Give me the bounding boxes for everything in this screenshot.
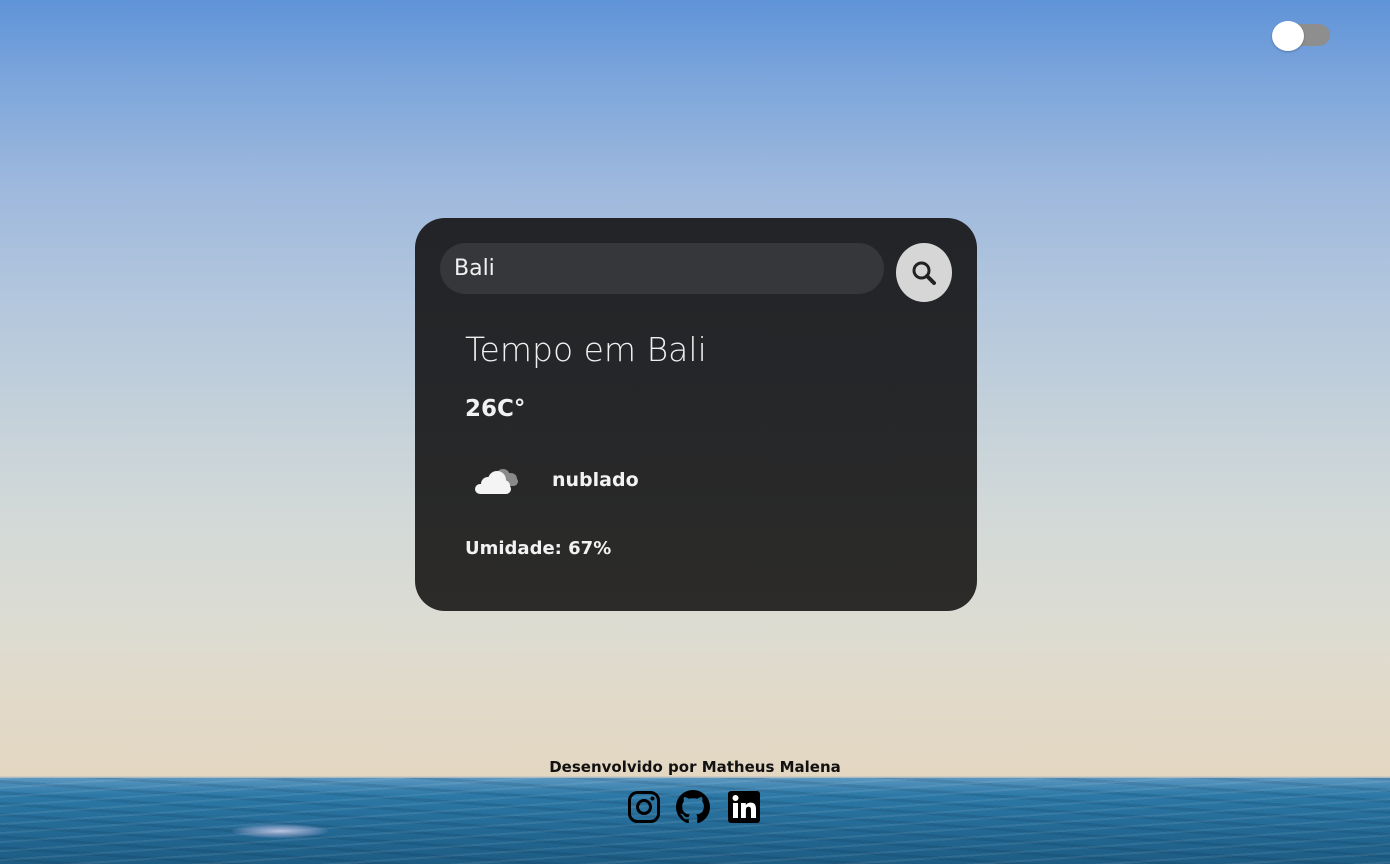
linkedin-icon bbox=[728, 791, 760, 823]
humidity: Umidade: 67% bbox=[465, 538, 611, 559]
search-icon bbox=[912, 261, 936, 285]
github-icon bbox=[676, 790, 710, 824]
search-button[interactable] bbox=[896, 243, 952, 302]
cloud-icon bbox=[475, 469, 518, 494]
social-links bbox=[627, 790, 763, 826]
linkedin-link[interactable] bbox=[727, 790, 761, 824]
city-search-input[interactable] bbox=[440, 243, 884, 294]
theme-toggle[interactable] bbox=[1272, 21, 1330, 51]
weather-card: Tempo em Bali 26C° nublado Umidade: 67% bbox=[415, 218, 977, 611]
instagram-link[interactable] bbox=[627, 790, 661, 824]
weather-title: Tempo em Bali bbox=[465, 330, 707, 369]
instagram-icon bbox=[628, 791, 660, 823]
humidity-label: Umidade: bbox=[465, 538, 562, 559]
temperature: 26C° bbox=[465, 396, 526, 422]
github-link[interactable] bbox=[676, 790, 710, 824]
footer: Desenvolvido por Matheus Malena bbox=[0, 758, 1390, 776]
humidity-value: 67% bbox=[568, 538, 612, 559]
weather-condition: nublado bbox=[552, 469, 639, 491]
developer-credit: Desenvolvido por Matheus Malena bbox=[549, 758, 841, 776]
search-bar bbox=[440, 243, 952, 303]
wave-foam bbox=[232, 824, 328, 838]
toggle-knob bbox=[1272, 21, 1304, 51]
